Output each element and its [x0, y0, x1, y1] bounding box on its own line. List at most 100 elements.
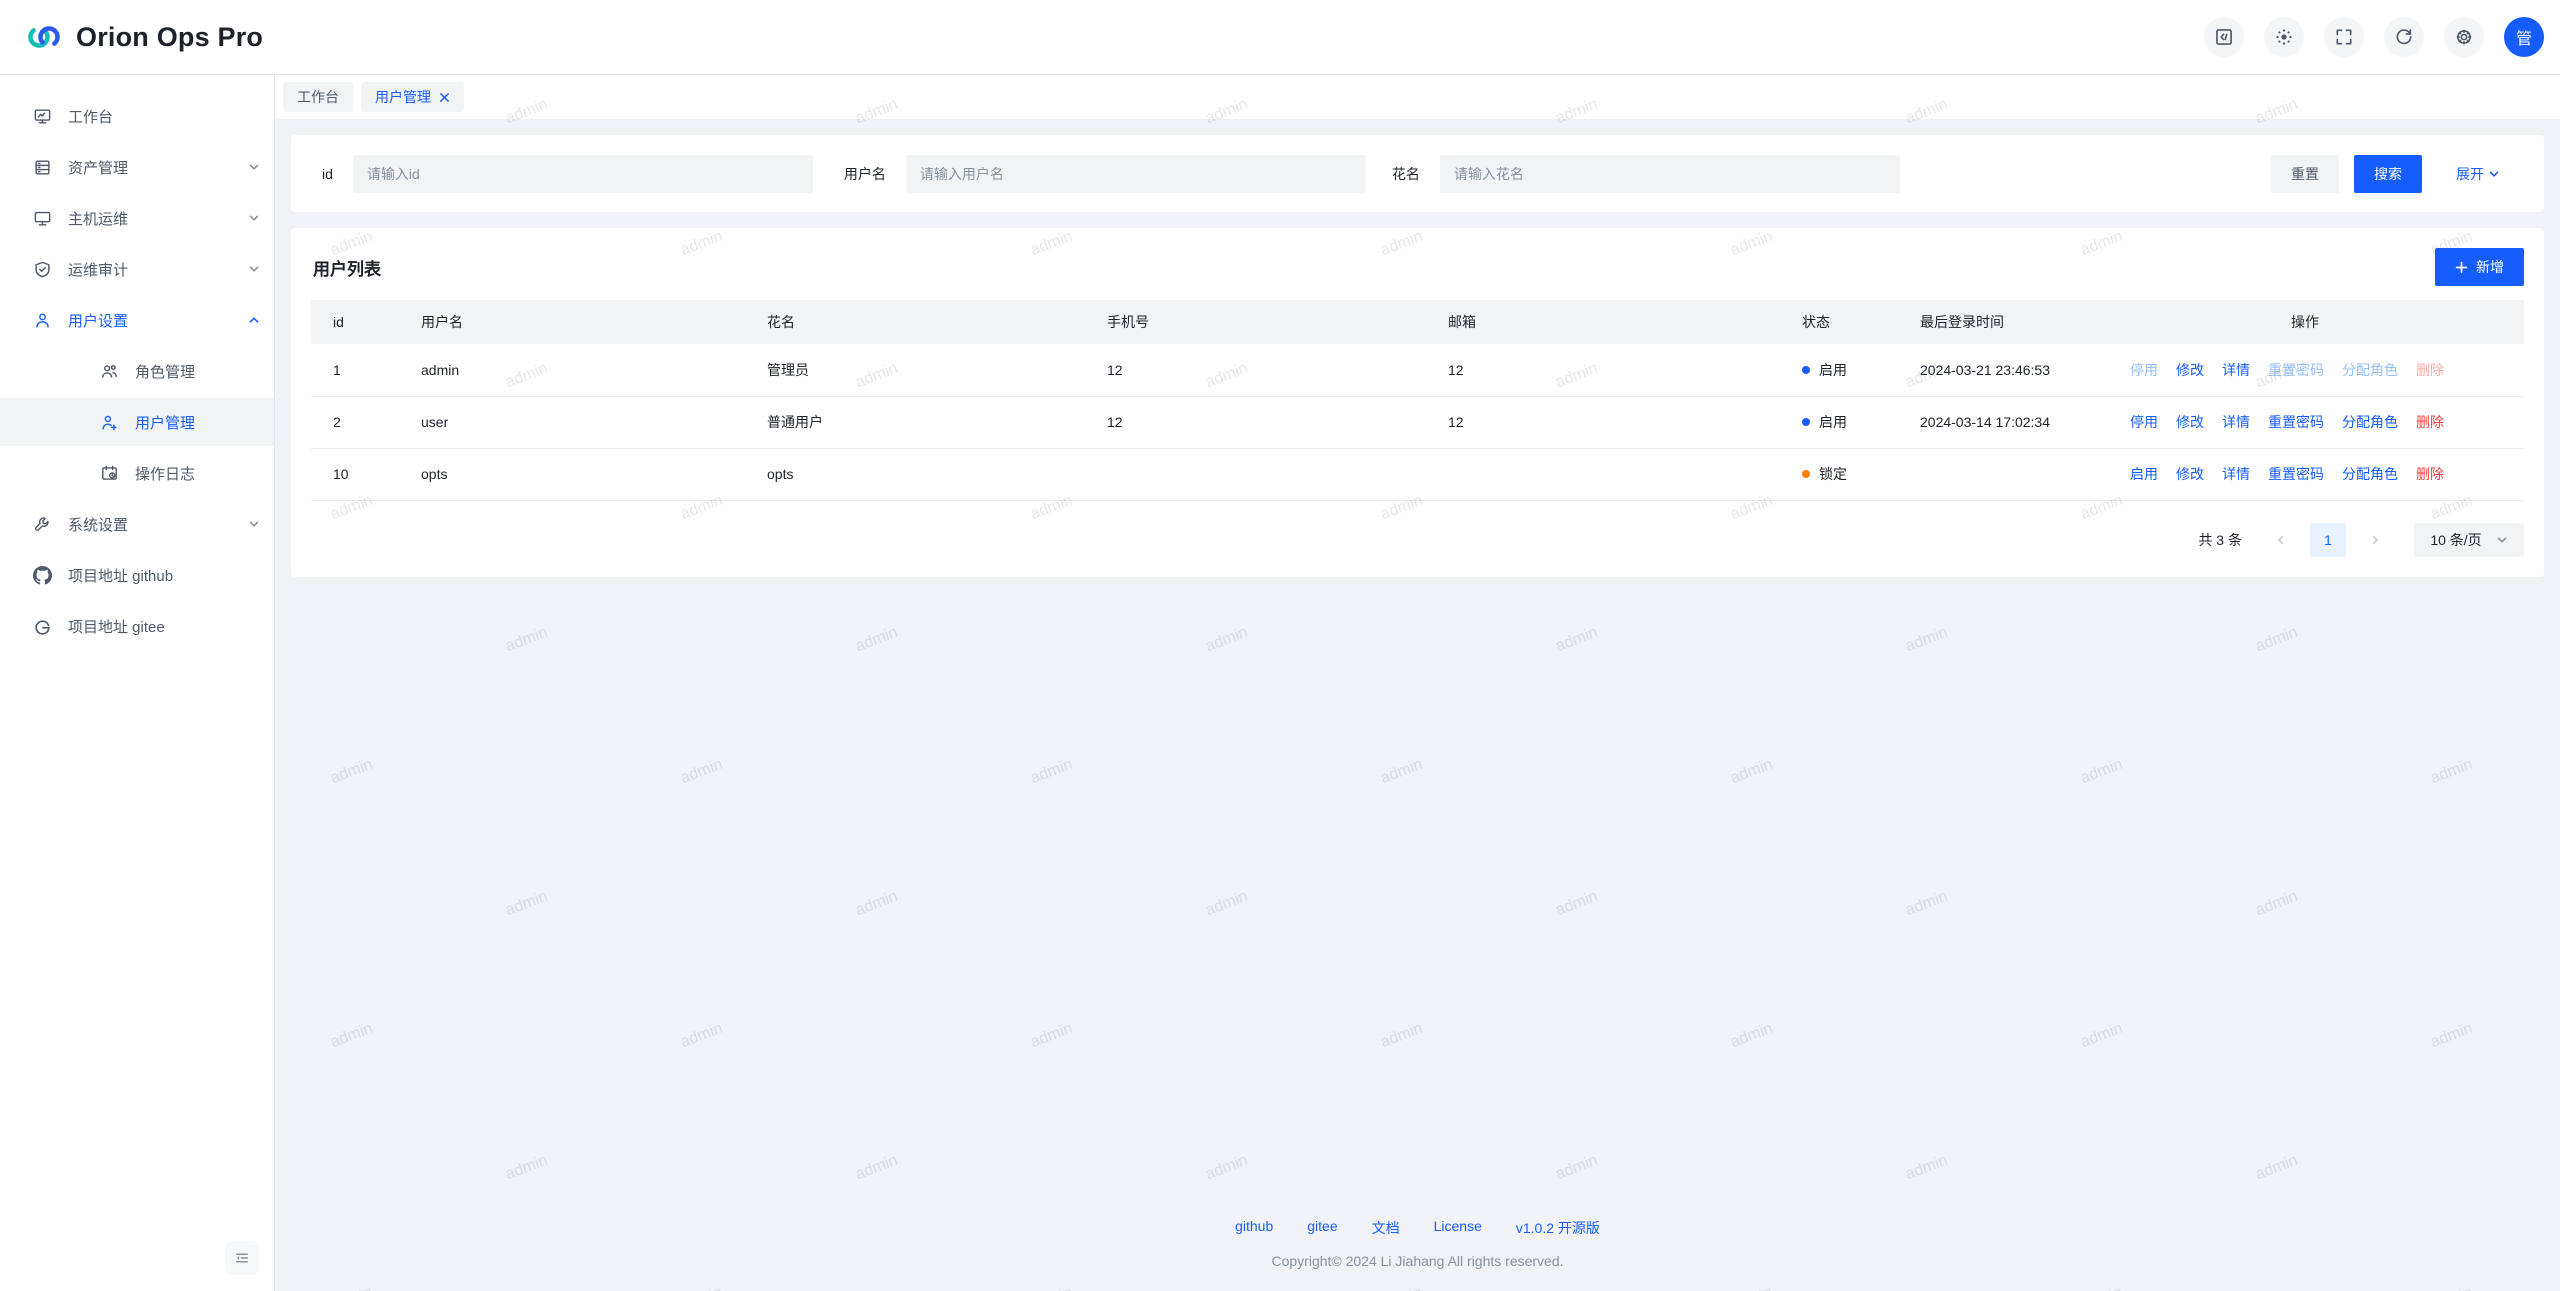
- plus-icon: [2455, 261, 2468, 274]
- action-link[interactable]: 分配角色: [2342, 360, 2398, 380]
- topbar-actions: 管: [2204, 17, 2544, 57]
- id-cell: 1: [311, 344, 399, 396]
- sidebar-item-label: 工作台: [68, 106, 260, 127]
- footer-link-gitee[interactable]: gitee: [1307, 1218, 1337, 1238]
- sidebar-collapse-button[interactable]: [225, 1241, 259, 1275]
- table-header-row: id用户名花名手机号邮箱状态最后登录时间操作: [311, 300, 2524, 344]
- refresh-button[interactable]: [2384, 17, 2424, 57]
- search-field-nickname: 花名: [1392, 155, 1900, 193]
- mobile-cell: [1085, 448, 1426, 500]
- user-table: id用户名花名手机号邮箱状态最后登录时间操作 1admin管理员1212启用20…: [311, 300, 2524, 501]
- add-user-button[interactable]: 新增: [2435, 248, 2524, 286]
- gear-icon: [2454, 27, 2474, 47]
- next-page-button[interactable]: [2360, 523, 2390, 557]
- action-link[interactable]: 重置密码: [2268, 412, 2324, 432]
- action-link[interactable]: 重置密码: [2268, 360, 2324, 380]
- column-header: 手机号: [1085, 300, 1426, 344]
- action-link[interactable]: 详情: [2222, 412, 2250, 432]
- table-row: 10optsopts锁定启用修改详情重置密码分配角色删除: [311, 448, 2524, 500]
- action-link[interactable]: 停用: [2130, 412, 2158, 432]
- sidebar-item-operation-log[interactable]: 操作日志: [0, 449, 274, 497]
- action-link[interactable]: 删除: [2416, 464, 2444, 484]
- nickname-cell: 普通用户: [745, 396, 1085, 448]
- card-header: 用户列表 新增: [311, 244, 2524, 300]
- nickname-cell: 管理员: [745, 344, 1085, 396]
- status-label: 锁定: [1819, 464, 1847, 484]
- sidebar-item-user-management[interactable]: 用户管理: [0, 398, 274, 446]
- action-link[interactable]: 删除: [2416, 360, 2444, 380]
- sidebar-item-label: 角色管理: [135, 361, 260, 382]
- column-header: id: [311, 300, 399, 344]
- actions-cell: 停用修改详情重置密码分配角色删除: [2115, 344, 2524, 396]
- sidebar-item-label: 项目地址 github: [68, 565, 260, 586]
- sidebar-item-audit[interactable]: 运维审计: [0, 245, 274, 293]
- settings-button[interactable]: [2444, 17, 2484, 57]
- user-list-card: 用户列表 新增 id用户名花名手机号邮箱状态: [291, 228, 2544, 577]
- prev-page-button[interactable]: [2266, 523, 2296, 557]
- username-cell: opts: [399, 448, 745, 500]
- action-link[interactable]: 详情: [2222, 464, 2250, 484]
- tab-workbench[interactable]: 工作台: [283, 82, 353, 112]
- user-avatar[interactable]: 管: [2504, 17, 2544, 57]
- email-cell: 12: [1426, 396, 1780, 448]
- action-link[interactable]: 修改: [2176, 464, 2204, 484]
- sidebar-item-role-management[interactable]: 角色管理: [0, 347, 274, 395]
- field-label: id: [322, 166, 333, 182]
- sidebar-item-user-settings[interactable]: 用户设置: [0, 296, 274, 344]
- action-link[interactable]: 删除: [2416, 412, 2444, 432]
- sidebar-item-system-settings[interactable]: 系统设置: [0, 500, 274, 548]
- column-header: 状态: [1780, 300, 1898, 344]
- tab-user-management[interactable]: 用户管理: [361, 82, 464, 112]
- action-link[interactable]: 分配角色: [2342, 412, 2398, 432]
- sidebar-item-gitee[interactable]: 项目地址 gitee: [0, 602, 274, 650]
- chevron-down-icon: [2496, 534, 2508, 546]
- id-input[interactable]: [353, 155, 813, 193]
- footer-link-version[interactable]: v1.0.2 开源版: [1516, 1218, 1600, 1238]
- table-row: 1admin管理员1212启用2024-03-21 23:46:53停用修改详情…: [311, 344, 2524, 396]
- fullscreen-icon: [2334, 27, 2354, 47]
- email-cell: 12: [1426, 344, 1780, 396]
- nickname-input[interactable]: [1440, 155, 1900, 193]
- action-link[interactable]: 分配角色: [2342, 464, 2398, 484]
- sidebar-item-label: 系统设置: [68, 514, 232, 535]
- app-title: Orion Ops Pro: [76, 22, 263, 53]
- sidebar-item-assets[interactable]: 资产管理: [0, 143, 274, 191]
- footer-link-license[interactable]: License: [1434, 1218, 1482, 1238]
- mobile-cell: 12: [1085, 396, 1426, 448]
- action-link[interactable]: 启用: [2130, 464, 2158, 484]
- footer-link-docs[interactable]: 文档: [1372, 1218, 1400, 1238]
- status-dot: [1802, 418, 1810, 426]
- email-cell: [1426, 448, 1780, 500]
- close-icon[interactable]: [439, 92, 450, 103]
- page-size-select[interactable]: 10 条/页: [2414, 523, 2524, 557]
- page-size-value: 10 条/页: [2430, 530, 2481, 550]
- tab-bar: 工作台 用户管理: [275, 75, 2560, 119]
- calendar-clock-icon: [100, 464, 119, 483]
- username-input[interactable]: [906, 155, 1366, 193]
- action-link[interactable]: 修改: [2176, 412, 2204, 432]
- footer-links: github gitee 文档 License v1.0.2 开源版: [291, 1218, 2544, 1238]
- status-label: 启用: [1819, 360, 1847, 380]
- search-button[interactable]: 搜索: [2354, 155, 2422, 193]
- action-link[interactable]: 停用: [2130, 360, 2158, 380]
- column-header: 用户名: [399, 300, 745, 344]
- expand-toggle[interactable]: 展开: [2456, 164, 2500, 184]
- mobile-cell: 12: [1085, 344, 1426, 396]
- page-number-1[interactable]: 1: [2310, 523, 2346, 557]
- sidebar-item-workbench[interactable]: 工作台: [0, 92, 274, 140]
- action-link[interactable]: 详情: [2222, 360, 2250, 380]
- reset-button[interactable]: 重置: [2271, 155, 2339, 193]
- action-link[interactable]: 重置密码: [2268, 464, 2324, 484]
- sidebar-item-github[interactable]: 项目地址 github: [0, 551, 274, 599]
- id-cell: 10: [311, 448, 399, 500]
- app-logo[interactable]: Orion Ops Pro: [24, 17, 263, 57]
- theme-toggle-button[interactable]: [2264, 17, 2304, 57]
- status-cell: 启用: [1780, 344, 1898, 396]
- server-icon: [33, 158, 52, 177]
- fullscreen-button[interactable]: [2324, 17, 2364, 57]
- footer-link-github[interactable]: github: [1235, 1218, 1273, 1238]
- sidebar-item-host-ops[interactable]: 主机运维: [0, 194, 274, 242]
- copyright-text: Copyright© 2024 Li Jiahang All rights re…: [291, 1253, 2544, 1269]
- code-icon-button[interactable]: [2204, 17, 2244, 57]
- action-link[interactable]: 修改: [2176, 360, 2204, 380]
